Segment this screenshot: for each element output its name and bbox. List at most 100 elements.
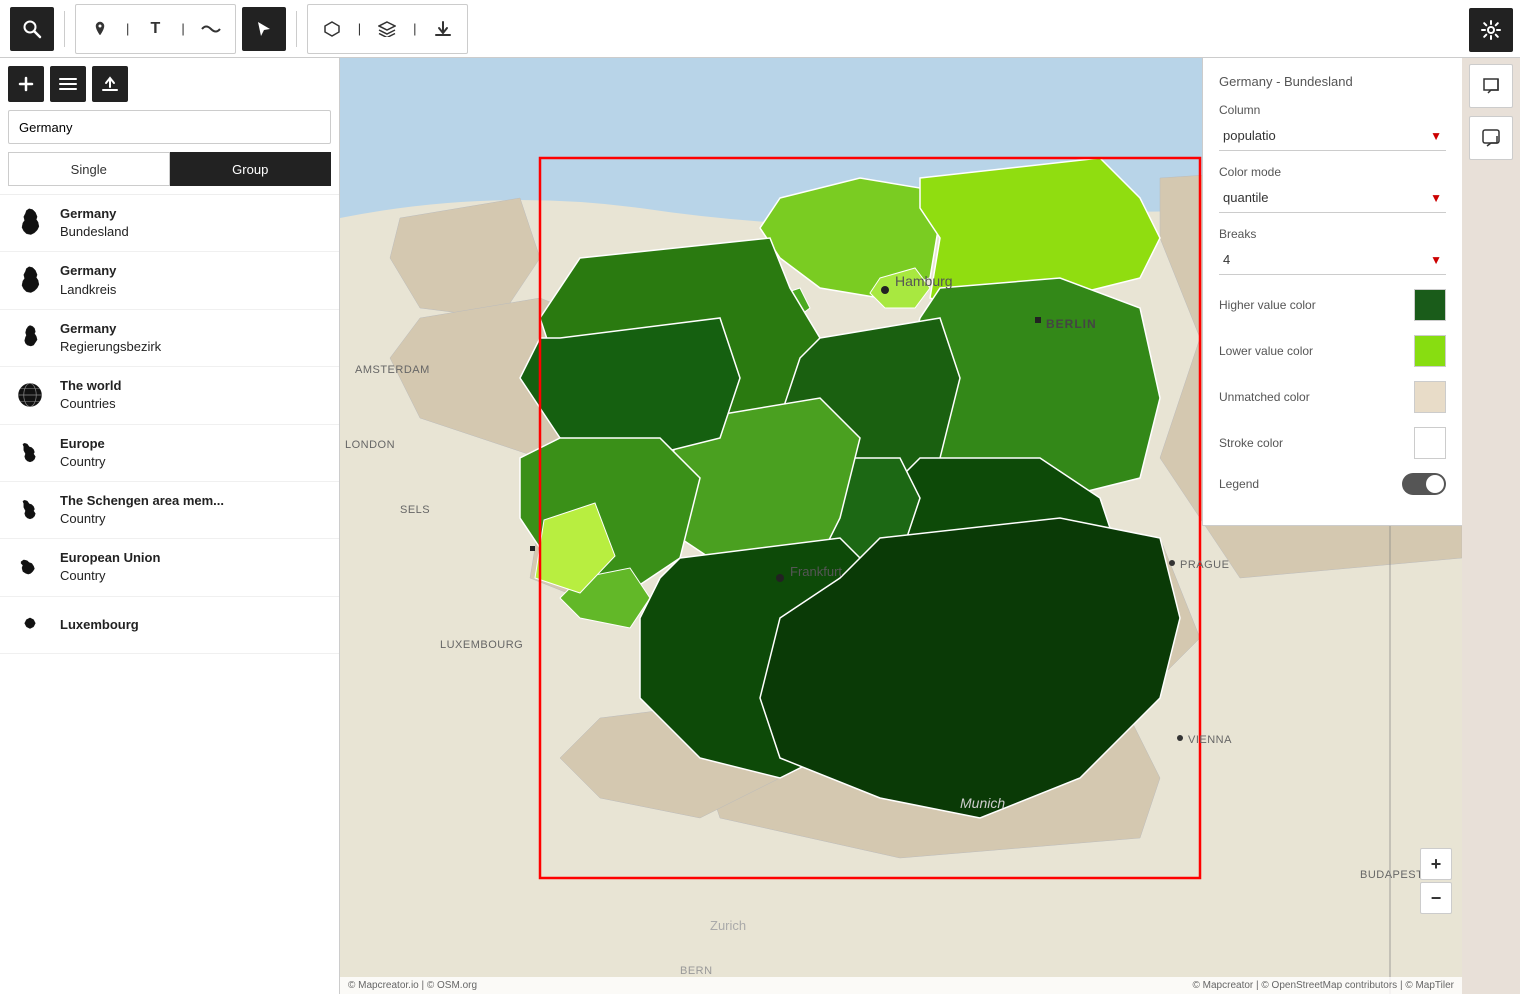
layer-type-tabs: Single Group bbox=[8, 152, 331, 186]
right-panel: Germany - Bundesland Column populatio ▼ … bbox=[1202, 58, 1462, 526]
map-attribution: © Mapcreator.io | © OSM.org © Mapcreator… bbox=[340, 977, 1462, 994]
svg-text:BUDAPEST: BUDAPEST bbox=[1360, 869, 1423, 881]
svg-text:PRAGUE: PRAGUE bbox=[1180, 559, 1229, 571]
column-label: Column bbox=[1219, 103, 1446, 117]
layer-label-germany-regierungsbezirk: Germany Regierungsbezirk bbox=[60, 320, 161, 356]
higher-value-color-row: Higher value color bbox=[1219, 289, 1446, 321]
color-mode-select[interactable]: quantile ▼ bbox=[1219, 183, 1446, 213]
breaks-field: Breaks 4 ▼ bbox=[1219, 227, 1446, 275]
layer-item-germany-regierungsbezirk[interactable]: Germany Regierungsbezirk bbox=[0, 310, 339, 367]
toolbar-separator-1 bbox=[64, 11, 65, 47]
lower-value-color-label: Lower value color bbox=[1219, 344, 1313, 358]
layer-label-eu-country: European Union Country bbox=[60, 549, 160, 585]
polygon-tool-button[interactable] bbox=[310, 7, 354, 51]
color-mode-value: quantile bbox=[1223, 190, 1269, 205]
stroke-color-row: Stroke color bbox=[1219, 427, 1446, 459]
higher-value-color-label: Higher value color bbox=[1219, 298, 1316, 312]
legend-row: Legend bbox=[1219, 473, 1446, 495]
menu-button[interactable] bbox=[50, 66, 86, 102]
breaks-label: Breaks bbox=[1219, 227, 1446, 241]
legend-toggle[interactable] bbox=[1402, 473, 1446, 495]
comment-button[interactable] bbox=[1469, 64, 1513, 108]
layer-label-schengen: The Schengen area mem... Country bbox=[60, 492, 224, 528]
wave-tool-button[interactable] bbox=[189, 7, 233, 51]
breaks-arrow-icon: ▼ bbox=[1430, 253, 1442, 267]
chat-bottom-button[interactable] bbox=[1469, 116, 1513, 160]
svg-text:BERN: BERN bbox=[680, 965, 713, 977]
download-tool-button[interactable] bbox=[421, 7, 465, 51]
layer-item-luxembourg[interactable]: Luxembourg bbox=[0, 597, 339, 654]
column-select[interactable]: populatio ▼ bbox=[1219, 121, 1446, 151]
layer-icon-luxembourg bbox=[12, 607, 48, 643]
tab-single[interactable]: Single bbox=[8, 152, 170, 186]
layer-item-germany-landkreis[interactable]: Germany Landkreis bbox=[0, 252, 339, 309]
stroke-color-swatch[interactable] bbox=[1414, 427, 1446, 459]
layer-icon-schengen bbox=[12, 492, 48, 528]
layer-item-world-countries[interactable]: The world Countries bbox=[0, 367, 339, 424]
sidebar: Single Group Germany Bundesland bbox=[0, 58, 340, 994]
tab-group[interactable]: Group bbox=[170, 152, 332, 186]
layer-list: Germany Bundesland Germany Landkreis bbox=[0, 195, 339, 994]
zoom-in-button[interactable]: + bbox=[1420, 848, 1452, 880]
layer-item-germany-bundesland[interactable]: Germany Bundesland bbox=[0, 195, 339, 252]
layer-label-germany-bundesland: Germany Bundesland bbox=[60, 205, 129, 241]
layer-label-luxembourg: Luxembourg bbox=[60, 616, 139, 634]
add-layer-button[interactable] bbox=[8, 66, 44, 102]
legend-toggle-knob bbox=[1426, 475, 1444, 493]
color-mode-arrow-icon: ▼ bbox=[1430, 191, 1442, 205]
search-button[interactable] bbox=[10, 7, 54, 51]
layer-label-germany-landkreis: Germany Landkreis bbox=[60, 262, 116, 298]
layer-item-europe-country[interactable]: Europe Country bbox=[0, 425, 339, 482]
stroke-color-label: Stroke color bbox=[1219, 436, 1283, 450]
pin-tool-button[interactable] bbox=[78, 7, 122, 51]
layer-icon-eu-country bbox=[12, 549, 48, 585]
settings-button[interactable] bbox=[1469, 8, 1513, 52]
svg-text:VIENNA: VIENNA bbox=[1188, 734, 1232, 746]
text-tool-button[interactable]: T bbox=[133, 7, 177, 51]
svg-text:LUXEMBOURG: LUXEMBOURG bbox=[440, 639, 523, 651]
unmatched-color-row: Unmatched color bbox=[1219, 381, 1446, 413]
layer-icon-germany-landkreis bbox=[12, 263, 48, 299]
layer-label-world-countries: The world Countries bbox=[60, 377, 121, 413]
column-field: Column populatio ▼ bbox=[1219, 103, 1446, 151]
legend-label: Legend bbox=[1219, 477, 1259, 491]
higher-value-color-swatch[interactable] bbox=[1414, 289, 1446, 321]
color-mode-field: Color mode quantile ▼ bbox=[1219, 165, 1446, 213]
color-mode-label: Color mode bbox=[1219, 165, 1446, 179]
upload-button[interactable] bbox=[92, 66, 128, 102]
layer-icon-germany-bundesland bbox=[12, 205, 48, 241]
layers-tool-button[interactable] bbox=[365, 7, 409, 51]
zoom-out-button[interactable]: − bbox=[1420, 882, 1452, 914]
layer-label-europe-country: Europe Country bbox=[60, 435, 106, 471]
right-toolbar bbox=[1462, 0, 1520, 168]
zoom-controls: + − bbox=[1420, 848, 1452, 914]
column-value: populatio bbox=[1223, 128, 1276, 143]
layer-item-eu-country[interactable]: European Union Country bbox=[0, 539, 339, 596]
breaks-value: 4 bbox=[1223, 252, 1230, 267]
sidebar-top: Single Group bbox=[0, 58, 339, 195]
svg-text:Frankfurt: Frankfurt bbox=[790, 564, 842, 579]
layer-icon-germany-regierungsbezirk bbox=[12, 320, 48, 356]
lower-value-color-swatch[interactable] bbox=[1414, 335, 1446, 367]
cursor-tool-button[interactable] bbox=[242, 7, 286, 51]
svg-text:LONDON: LONDON bbox=[345, 439, 395, 451]
lower-value-color-row: Lower value color bbox=[1219, 335, 1446, 367]
layer-icon-europe-country bbox=[12, 435, 48, 471]
svg-text:Munich: Munich bbox=[960, 795, 1005, 811]
sidebar-search-input[interactable] bbox=[8, 110, 331, 144]
svg-text:Hamburg: Hamburg bbox=[895, 273, 953, 289]
breaks-select[interactable]: 4 ▼ bbox=[1219, 245, 1446, 275]
panel-title: Germany - Bundesland bbox=[1219, 74, 1446, 89]
draw-tools-group: | T | bbox=[75, 4, 236, 54]
unmatched-color-swatch[interactable] bbox=[1414, 381, 1446, 413]
svg-text:Zurich: Zurich bbox=[710, 918, 746, 933]
sidebar-actions bbox=[8, 66, 331, 102]
layer-icon-world-countries bbox=[12, 377, 48, 413]
unmatched-color-label: Unmatched color bbox=[1219, 390, 1310, 404]
toolbar: | T | | | bbox=[0, 0, 1520, 58]
shape-tools-group: | | bbox=[307, 4, 468, 54]
svg-text:SELS: SELS bbox=[400, 504, 430, 516]
svg-text:BERLIN: BERLIN bbox=[1046, 317, 1097, 331]
svg-text:AMSTERDAM: AMSTERDAM bbox=[355, 364, 430, 376]
layer-item-schengen[interactable]: The Schengen area mem... Country bbox=[0, 482, 339, 539]
